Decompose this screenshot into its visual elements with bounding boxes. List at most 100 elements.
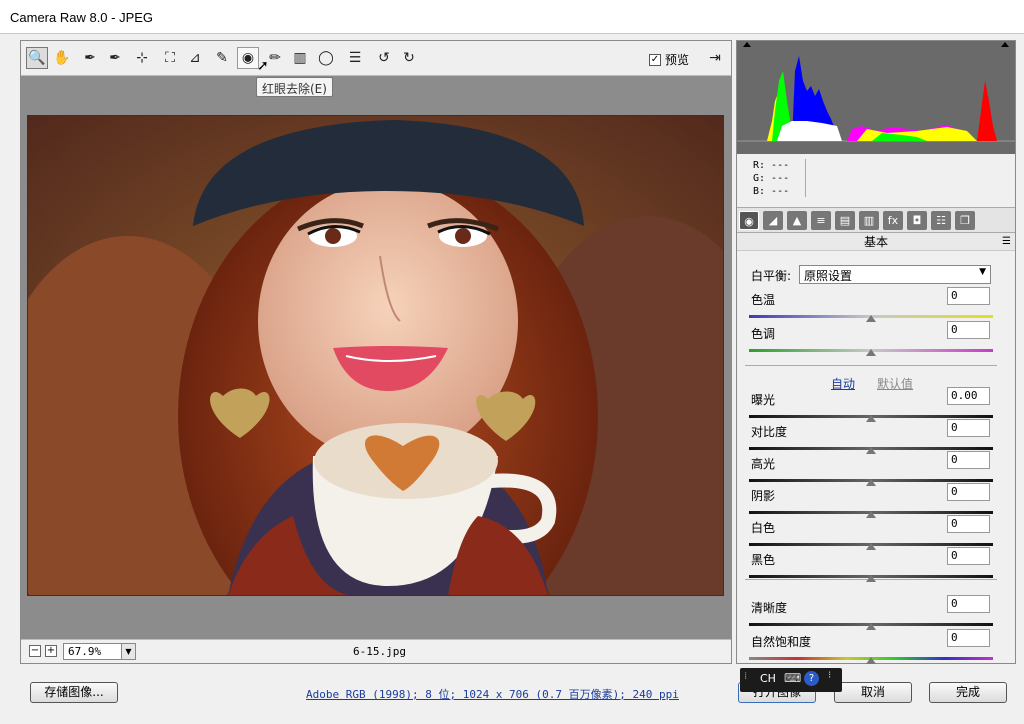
panel-menu-icon[interactable]: ☰ xyxy=(1002,233,1011,251)
straighten-tool-icon[interactable]: ⊿ xyxy=(184,47,206,69)
temperature-value-field[interactable]: 0 xyxy=(947,287,990,305)
blacks-label: 黑色 xyxy=(751,553,776,567)
fullscreen-toggle-icon[interactable]: ⇥ xyxy=(704,47,726,69)
temperature-label: 色温 xyxy=(751,293,776,307)
highlights-label: 高光 xyxy=(751,457,776,471)
preview-image xyxy=(27,115,724,596)
panel-title: 基本 xyxy=(863,235,888,249)
filename-label: 6-15.jpg xyxy=(353,645,406,658)
clarity-value-field[interactable]: 0 xyxy=(947,595,990,613)
histogram xyxy=(737,41,1015,154)
zoom-in-button[interactable]: + xyxy=(45,645,57,657)
title-bar: Camera Raw 8.0 - JPEG xyxy=(0,0,1024,34)
right-panel: R: --- G: --- B: --- ◉ ◢ ▲ ≡ ▤ ▥ fx ◘ ☷ … xyxy=(736,40,1016,664)
section-divider xyxy=(745,365,997,366)
exposure-slider-thumb[interactable] xyxy=(866,415,876,422)
tab-effects[interactable]: fx xyxy=(883,211,903,230)
image-area: 🔍 ✋ ✒ ✒ ⊹ ⛶ ⊿ ✎ ◉ ✏ ▥ ◯ ☰ ↺ ↻ ✓ 预览 ⇥ 红眼去除(E) ➚ xyxy=(20,40,732,664)
dropdown-arrow-icon: ▼ xyxy=(979,267,986,277)
save-image-button[interactable]: 存储图像... xyxy=(30,682,118,703)
rotate-left-icon[interactable]: ↺ xyxy=(373,47,395,69)
zoom-dropdown-icon[interactable]: ▼ xyxy=(121,643,136,660)
toolbar: 🔍 ✋ ✒ ✒ ⊹ ⛶ ⊿ ✎ ◉ ✏ ▥ ◯ ☰ ↺ ↻ ✓ 预览 ⇥ xyxy=(21,41,731,76)
temperature-slider-thumb[interactable] xyxy=(866,315,876,322)
tab-tone-curve[interactable]: ◢ xyxy=(763,211,783,230)
blacks-slider-thumb[interactable] xyxy=(866,575,876,582)
vibrance-value-field[interactable]: 0 xyxy=(947,629,990,647)
ime-grip-icon: ⁞ xyxy=(744,671,748,682)
radial-filter-icon[interactable]: ◯ xyxy=(315,47,337,69)
shadows-value-field[interactable]: 0 xyxy=(947,483,990,501)
tab-camera-calibration[interactable]: ◘ xyxy=(907,211,927,230)
shadows-slider-thumb[interactable] xyxy=(866,511,876,518)
zoom-out-button[interactable]: − xyxy=(29,645,41,657)
auto-link[interactable]: 自动 xyxy=(831,375,855,392)
preview-checkbox[interactable]: ✓ xyxy=(649,53,661,66)
basic-panel: 白平衡: 原照设置 ▼ 自动 默认值 色温 0 色调 0 曝光 0.00 对比度 0 高光 0 阴影… xyxy=(737,251,1015,664)
targeted-adjustment-tool-icon[interactable]: ⊹ xyxy=(131,47,153,69)
exposure-value-field[interactable]: 0.00 xyxy=(947,387,990,405)
highlights-value-field[interactable]: 0 xyxy=(947,451,990,469)
vibrance-slider-thumb[interactable] xyxy=(866,657,876,664)
white-balance-value: 原照设置 xyxy=(804,269,853,283)
tab-split-toning[interactable]: ▤ xyxy=(835,211,855,230)
status-bar: − + 67.9% ▼ 6-15.jpg xyxy=(21,639,731,663)
exposure-label: 曝光 xyxy=(751,393,776,407)
histogram-graph xyxy=(737,41,1015,154)
clarity-label: 清晰度 xyxy=(751,601,788,615)
panel-tabs: ◉ ◢ ▲ ≡ ▤ ▥ fx ◘ ☷ ❐ xyxy=(737,207,1015,233)
panel-header: 基本 ☰ xyxy=(737,233,1015,251)
tint-label: 色调 xyxy=(751,327,776,341)
keyboard-icon[interactable]: ⌨ xyxy=(784,671,801,685)
highlights-slider-thumb[interactable] xyxy=(866,479,876,486)
tint-value-field[interactable]: 0 xyxy=(947,321,990,339)
help-icon[interactable]: ? xyxy=(804,671,819,686)
shadows-label: 阴影 xyxy=(751,489,776,503)
preview-label: 预览 xyxy=(665,53,690,67)
rgb-readout: R: --- G: --- B: --- xyxy=(753,159,789,198)
vibrance-label: 自然饱和度 xyxy=(751,635,812,649)
readout-divider xyxy=(805,159,806,197)
workflow-options-link[interactable]: Adobe RGB (1998); 8 位; 1024 x 706 (0.7 百… xyxy=(306,686,679,702)
preferences-icon[interactable]: ☰ xyxy=(344,47,366,69)
blacks-value-field[interactable]: 0 xyxy=(947,547,990,565)
whites-slider-thumb[interactable] xyxy=(866,543,876,550)
tab-snapshots[interactable]: ❐ xyxy=(955,211,975,230)
crop-tool-icon[interactable]: ⛶ xyxy=(159,47,181,69)
ime-toolbar[interactable]: ⁞ CH ⌨ ? ⁝ xyxy=(740,668,842,692)
contrast-slider-thumb[interactable] xyxy=(866,447,876,454)
white-balance-tool-icon[interactable]: ✒ xyxy=(79,47,101,69)
tint-slider-thumb[interactable] xyxy=(866,349,876,356)
cancel-button[interactable]: 取消 xyxy=(834,682,912,703)
whites-value-field[interactable]: 0 xyxy=(947,515,990,533)
clarity-slider-thumb[interactable] xyxy=(866,623,876,630)
tab-hsl[interactable]: ≡ xyxy=(811,211,831,230)
tab-basic[interactable]: ◉ xyxy=(739,211,759,230)
mouse-cursor-icon: ➚ xyxy=(257,58,269,74)
rotate-right-icon[interactable]: ↻ xyxy=(398,47,420,69)
tab-detail[interactable]: ▲ xyxy=(787,211,807,230)
contrast-value-field[interactable]: 0 xyxy=(947,419,990,437)
b-readout: B: --- xyxy=(753,186,790,197)
hand-tool-icon[interactable]: ✋ xyxy=(51,47,73,69)
contrast-label: 对比度 xyxy=(751,425,788,439)
done-button[interactable]: 完成 xyxy=(929,682,1007,703)
zoom-level-field[interactable]: 67.9% xyxy=(63,643,123,660)
portrait-photo xyxy=(28,116,723,595)
graduated-filter-icon[interactable]: ▥ xyxy=(289,47,311,69)
r-readout: R: --- xyxy=(753,160,790,171)
g-readout: G: --- xyxy=(753,173,790,184)
window-title: Camera Raw 8.0 - JPEG xyxy=(10,10,154,25)
zoom-tool-icon[interactable]: 🔍 xyxy=(26,47,48,69)
default-link[interactable]: 默认值 xyxy=(877,375,913,392)
ime-options-icon[interactable]: ⁝ xyxy=(828,670,831,681)
spot-removal-tool-icon[interactable]: ✎ xyxy=(211,47,233,69)
ime-language[interactable]: CH xyxy=(760,672,776,685)
tooltip: 红眼去除(E) xyxy=(256,77,333,97)
tab-lens[interactable]: ▥ xyxy=(859,211,879,230)
color-sampler-tool-icon[interactable]: ✒ xyxy=(104,47,126,69)
white-balance-select[interactable]: 原照设置 ▼ xyxy=(799,265,991,284)
red-eye-tool-icon[interactable]: ◉ xyxy=(237,47,259,69)
tab-presets[interactable]: ☷ xyxy=(931,211,951,230)
preview-toggle[interactable]: ✓ 预览 xyxy=(649,51,689,68)
